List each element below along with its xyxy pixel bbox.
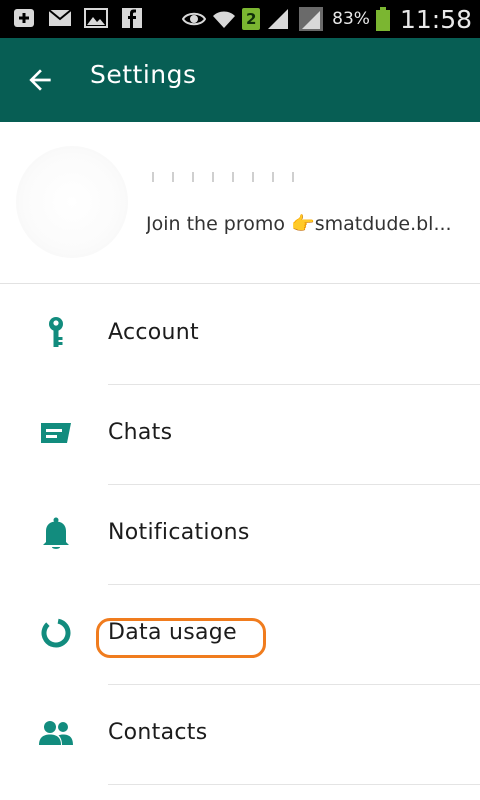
settings-item-contacts[interactable]: Contacts	[0, 685, 480, 785]
add-box-icon	[14, 9, 34, 27]
battery-icon	[375, 7, 390, 31]
notification-icons	[12, 6, 144, 30]
signal-2-icon	[299, 7, 324, 31]
clock: 11:58	[399, 4, 472, 34]
settings-item-notifications[interactable]: Notifications	[0, 485, 480, 585]
mail-icon	[48, 9, 72, 26]
eye-icon	[182, 12, 207, 26]
settings-item-account[interactable]: Account	[0, 285, 480, 385]
contacts-icon	[39, 721, 73, 745]
settings-item-data-usage[interactable]: Data usage	[0, 585, 480, 685]
settings-item-label: Account	[108, 320, 199, 345]
sim-badge: 2	[242, 8, 261, 30]
facebook-icon	[122, 8, 142, 28]
settings-item-label: Notifications	[108, 520, 250, 545]
system-icons: 2 83% 11:58	[182, 4, 472, 34]
settings-item-label: Chats	[108, 420, 173, 445]
settings-item-chats[interactable]: Chats	[0, 385, 480, 485]
data-usage-icon	[41, 618, 71, 648]
battery-percent: 83%	[332, 9, 370, 29]
status-bar: 2 83% 11:58	[0, 0, 480, 38]
bell-icon	[43, 517, 69, 549]
app-bar: Settings	[0, 38, 480, 122]
profile-row[interactable]: Join the promo 👉smatdude.bl...	[0, 122, 480, 284]
divider	[108, 784, 480, 785]
avatar[interactable]	[16, 146, 128, 258]
gallery-icon	[84, 8, 108, 28]
wifi-icon	[213, 11, 236, 28]
profile-name-obscured	[146, 172, 296, 182]
signal-icon	[268, 9, 289, 29]
back-arrow-icon[interactable]	[24, 64, 56, 96]
chat-icon	[41, 423, 71, 443]
settings-item-label: Contacts	[108, 720, 208, 745]
profile-status: Join the promo 👉smatdude.bl...	[146, 213, 452, 235]
settings-item-label: Data usage	[108, 620, 237, 645]
page-title: Settings	[90, 60, 197, 89]
settings-list: Account Chats Notifications Data usage C…	[0, 285, 480, 785]
key-icon	[49, 317, 63, 347]
